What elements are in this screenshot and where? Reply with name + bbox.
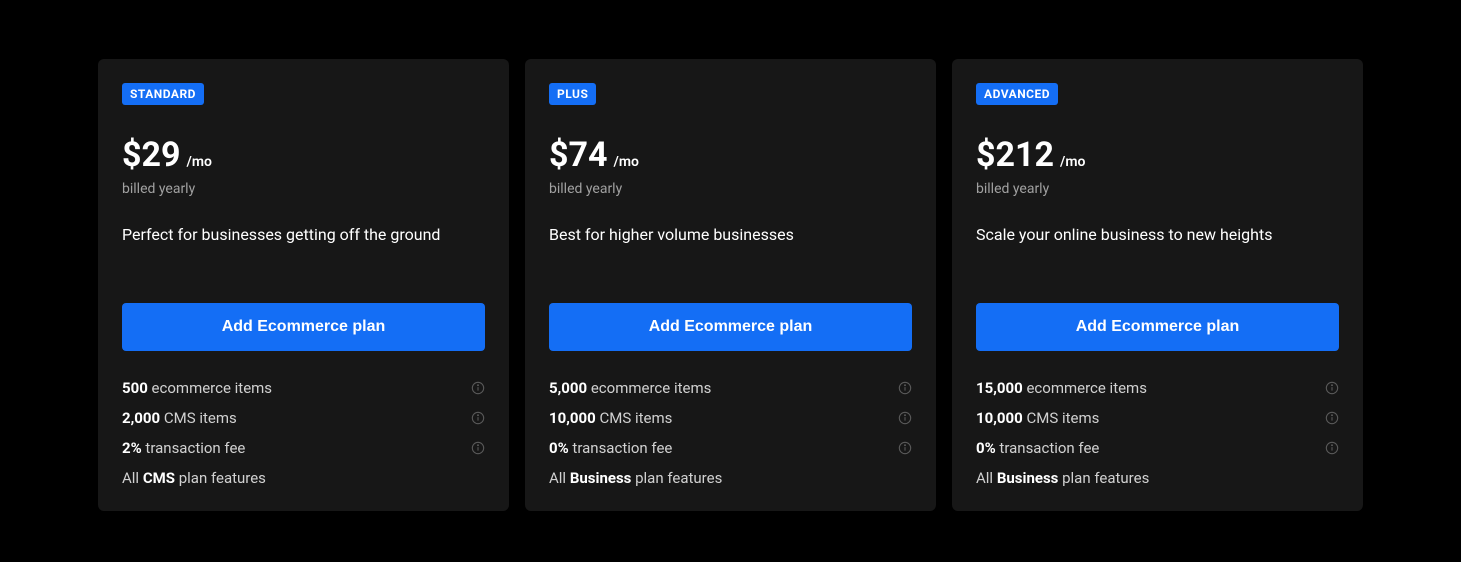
plan-feature-text: 500 ecommerce items [122, 379, 272, 397]
plan-feature: 500 ecommerce items [122, 379, 485, 397]
plan-feature: 10,000 CMS items [549, 409, 912, 427]
info-icon[interactable] [1325, 411, 1339, 425]
info-icon[interactable] [1325, 381, 1339, 395]
plan-feature-text: 15,000 ecommerce items [976, 379, 1147, 397]
plan-feature: All CMS plan features [122, 469, 485, 487]
plan-price-row: $212 /mo [976, 135, 1339, 175]
plan-badge: ADVANCED [976, 83, 1058, 105]
plan-feature: All Business plan features [976, 469, 1339, 487]
plan-feature: 0% transaction fee [549, 439, 912, 457]
plan-feature-text: 0% transaction fee [976, 439, 1099, 457]
add-plan-button[interactable]: Add Ecommerce plan [549, 303, 912, 351]
plan-feature-text: 10,000 CMS items [976, 409, 1099, 427]
plan-card-advanced: ADVANCED $212 /mo billed yearly Scale yo… [952, 59, 1363, 511]
info-icon[interactable] [898, 381, 912, 395]
plan-feature: 15,000 ecommerce items [976, 379, 1339, 397]
plan-billing: billed yearly [549, 181, 912, 197]
plan-price-suffix: /mo [614, 154, 639, 170]
plan-billing: billed yearly [122, 181, 485, 197]
plan-badge: PLUS [549, 83, 596, 105]
plan-feature: 10,000 CMS items [976, 409, 1339, 427]
plan-price: $74 [549, 135, 608, 175]
info-icon[interactable] [898, 411, 912, 425]
plan-feature-text: 0% transaction fee [549, 439, 672, 457]
plan-feature-text: All Business plan features [549, 469, 722, 487]
info-icon[interactable] [471, 441, 485, 455]
plan-features-list: 500 ecommerce items 2,000 CMS items 2% t… [122, 379, 485, 487]
plan-description: Best for higher volume businesses [549, 225, 912, 247]
plan-price-suffix: /mo [1060, 154, 1085, 170]
plan-price-row: $29 /mo [122, 135, 485, 175]
plan-billing: billed yearly [976, 181, 1339, 197]
plan-feature-text: 2% transaction fee [122, 439, 245, 457]
plan-price: $29 [122, 135, 181, 175]
add-plan-button[interactable]: Add Ecommerce plan [122, 303, 485, 351]
info-icon[interactable] [471, 381, 485, 395]
pricing-plans: STANDARD $29 /mo billed yearly Perfect f… [98, 59, 1363, 511]
plan-feature: All Business plan features [549, 469, 912, 487]
info-icon[interactable] [898, 441, 912, 455]
plan-feature: 2,000 CMS items [122, 409, 485, 427]
plan-description: Perfect for businesses getting off the g… [122, 225, 485, 247]
plan-badge: STANDARD [122, 83, 204, 105]
info-icon[interactable] [1325, 441, 1339, 455]
info-icon[interactable] [471, 411, 485, 425]
plan-feature-text: 5,000 ecommerce items [549, 379, 711, 397]
plan-feature-text: All CMS plan features [122, 469, 266, 487]
plan-feature-text: 10,000 CMS items [549, 409, 672, 427]
plan-feature: 5,000 ecommerce items [549, 379, 912, 397]
plan-card-plus: PLUS $74 /mo billed yearly Best for high… [525, 59, 936, 511]
plan-card-standard: STANDARD $29 /mo billed yearly Perfect f… [98, 59, 509, 511]
plan-description: Scale your online business to new height… [976, 225, 1339, 247]
plan-feature: 0% transaction fee [976, 439, 1339, 457]
plan-features-list: 15,000 ecommerce items 10,000 CMS items … [976, 379, 1339, 487]
plan-feature: 2% transaction fee [122, 439, 485, 457]
add-plan-button[interactable]: Add Ecommerce plan [976, 303, 1339, 351]
plan-price-row: $74 /mo [549, 135, 912, 175]
plan-feature-text: All Business plan features [976, 469, 1149, 487]
plan-price: $212 [976, 135, 1054, 175]
plan-features-list: 5,000 ecommerce items 10,000 CMS items 0… [549, 379, 912, 487]
plan-price-suffix: /mo [187, 154, 212, 170]
plan-feature-text: 2,000 CMS items [122, 409, 237, 427]
